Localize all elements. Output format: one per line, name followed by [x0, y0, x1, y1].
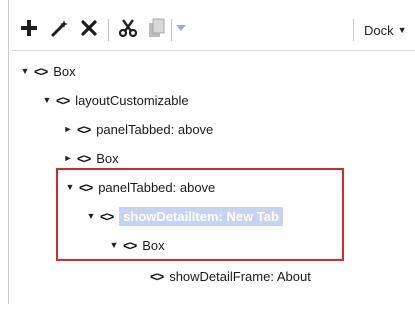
toolbar-divider	[12, 50, 415, 51]
tree-node[interactable]: ▼ <> Box	[18, 60, 76, 82]
x-icon[interactable]	[78, 10, 100, 46]
copy-icon[interactable]	[146, 10, 168, 46]
chevron-down-icon[interactable]	[174, 10, 188, 46]
tree-node-label: Box	[53, 63, 76, 79]
element-tag-icon: <>	[77, 121, 91, 137]
tree-node[interactable]: <> showDetailFrame: About	[134, 265, 311, 287]
tree-node-label: layoutCustomizable	[75, 92, 189, 108]
tree-node[interactable]: ▼ <> layoutCustomizable	[40, 89, 189, 111]
expand-toggle-icon[interactable]: ►	[61, 124, 75, 134]
dock-menu[interactable]: Dock ▼	[353, 19, 407, 41]
panel-left-border	[8, 0, 9, 304]
toolbar-separator	[108, 19, 109, 41]
dock-label: Dock	[364, 22, 394, 38]
element-tag-icon: <>	[56, 92, 70, 108]
element-tag-icon: <>	[77, 150, 91, 166]
scissors-icon[interactable]	[116, 10, 140, 46]
tree-node-label: showDetailFrame: About	[169, 268, 311, 284]
tree-node[interactable]: ► <> Box	[61, 147, 119, 169]
toolbar-separator	[171, 19, 172, 41]
expand-toggle-icon[interactable]: ▼	[18, 66, 32, 76]
structure-panel: Dock ▼ ▼ <> Box ▼ <> layoutCustomizable …	[0, 0, 415, 311]
expand-toggle-icon[interactable]: ▼	[40, 95, 54, 105]
plus-icon[interactable]	[18, 10, 40, 46]
element-tag-icon: <>	[34, 63, 48, 79]
highlight-box	[56, 168, 344, 261]
caret-down-icon: ▼	[397, 25, 407, 35]
wand-icon[interactable]	[48, 10, 72, 46]
tree-node-label: panelTabbed: above	[96, 121, 214, 137]
toolbar: Dock ▼	[12, 10, 415, 46]
tree-node-label: Box	[96, 150, 119, 166]
element-tag-icon: <>	[150, 268, 164, 284]
tree-node[interactable]: ► <> panelTabbed: above	[61, 118, 214, 140]
expand-toggle-icon[interactable]: ►	[61, 153, 75, 163]
